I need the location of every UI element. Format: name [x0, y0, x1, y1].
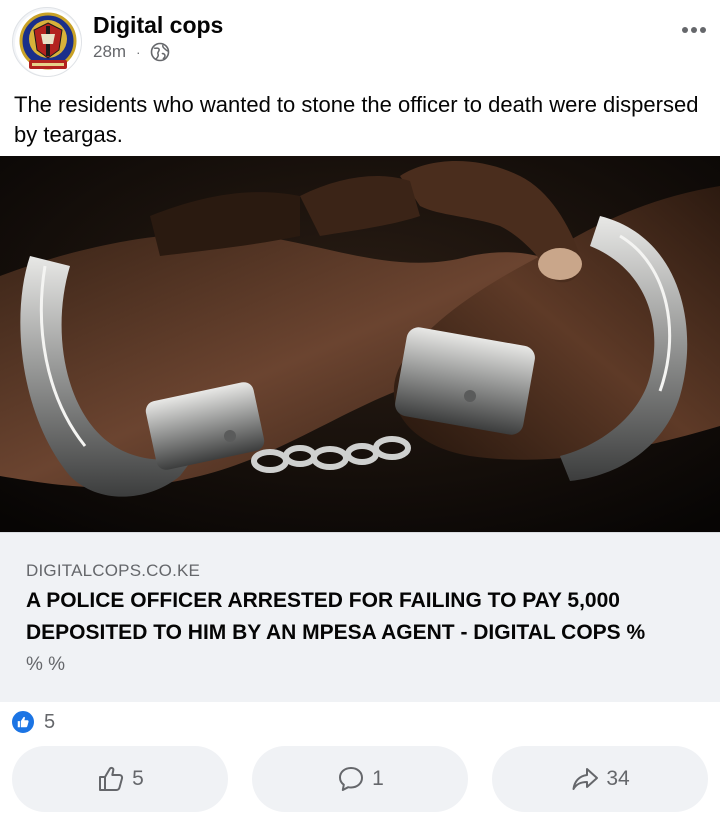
share-icon	[572, 768, 599, 790]
post-meta: 28m ·	[93, 41, 170, 63]
link-preview-card[interactable]: DIGITALCOPS.CO.KE A POLICE OFFICER ARRES…	[0, 532, 720, 702]
like-button[interactable]: 5	[12, 746, 228, 812]
page-name[interactable]: Digital cops	[93, 12, 223, 39]
post-time[interactable]: 28m	[93, 42, 126, 62]
comment-icon	[339, 767, 364, 791]
handcuffed-hands-photo	[0, 156, 720, 532]
reactions-summary[interactable]: 5	[10, 708, 55, 736]
like-icon	[10, 709, 36, 735]
post-header: Digital cops 28m ·	[0, 0, 720, 84]
like-count: 5	[132, 767, 144, 790]
action-bar: 5 1 34	[12, 746, 708, 812]
thumbs-up-icon	[99, 766, 124, 791]
link-domain: DIGITALCOPS.CO.KE	[26, 561, 201, 580]
comment-button[interactable]: 1	[252, 746, 468, 812]
link-subtitle: % %	[26, 654, 66, 675]
page-avatar[interactable]	[12, 7, 82, 77]
globe-icon[interactable]	[150, 42, 170, 62]
link-title: A POLICE OFFICER ARRESTED FOR FAILING TO…	[26, 589, 646, 644]
post-text: The residents who wanted to stone the of…	[14, 92, 699, 147]
share-count: 34	[606, 767, 630, 790]
link-preview-image[interactable]	[0, 156, 720, 532]
comment-count: 1	[372, 767, 384, 790]
meta-separator: ·	[136, 44, 141, 60]
more-dot-icon	[700, 27, 706, 33]
more-options-button[interactable]	[676, 16, 712, 44]
police-crest-logo	[15, 10, 81, 76]
share-button[interactable]: 34	[492, 746, 708, 812]
reaction-count: 5	[44, 710, 56, 733]
more-dot-icon	[682, 27, 688, 33]
more-dot-icon	[691, 27, 697, 33]
